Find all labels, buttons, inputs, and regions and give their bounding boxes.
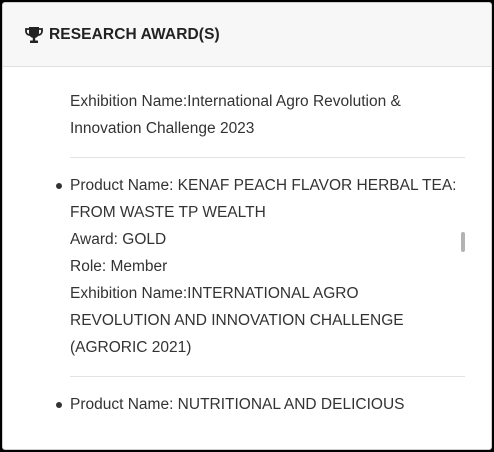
exhibition-name-line: (AGRORIC 2021)	[70, 339, 192, 356]
card-title: RESEARCH AWARD(S)	[49, 25, 220, 43]
award-role: Role: Member	[70, 258, 168, 275]
bullet-icon	[56, 183, 62, 189]
bullet-icon	[56, 402, 62, 408]
card-header: RESEARCH AWARD(S)	[3, 3, 491, 67]
award-item: Product Name: NUTRITIONAL AND DELICIOUS	[56, 391, 465, 433]
trophy-icon	[24, 25, 44, 45]
product-name-line: Product Name: KENAF PEACH FLAVOR HERBAL …	[70, 177, 457, 194]
product-name-line: Product Name: NUTRITIONAL AND DELICIOUS	[70, 396, 405, 413]
exhibition-name-line: Exhibition Name:INTERNATIONAL AGRO	[70, 285, 359, 302]
scrollbar-thumb[interactable]	[461, 232, 465, 252]
exhibition-name-line: REVOLUTION AND INNOVATION CHALLENGE	[70, 312, 404, 329]
card-body[interactable]: Exhibition Name:International Agro Revol…	[3, 67, 491, 448]
award-list: Exhibition Name:International Agro Revol…	[56, 88, 465, 447]
award-item: Exhibition Name:International Agro Revol…	[70, 88, 465, 158]
award-text-line: Innovation Challenge 2023	[70, 120, 255, 137]
product-name-line: FROM WASTE TP WEALTH	[70, 204, 266, 221]
award-text-line: Exhibition Name:International Agro Revol…	[70, 93, 401, 110]
award-level: Award: GOLD	[70, 231, 167, 248]
research-awards-card: RESEARCH AWARD(S) Exhibition Name:Intern…	[2, 2, 492, 450]
award-item: Product Name: KENAF PEACH FLAVOR HERBAL …	[56, 172, 465, 377]
